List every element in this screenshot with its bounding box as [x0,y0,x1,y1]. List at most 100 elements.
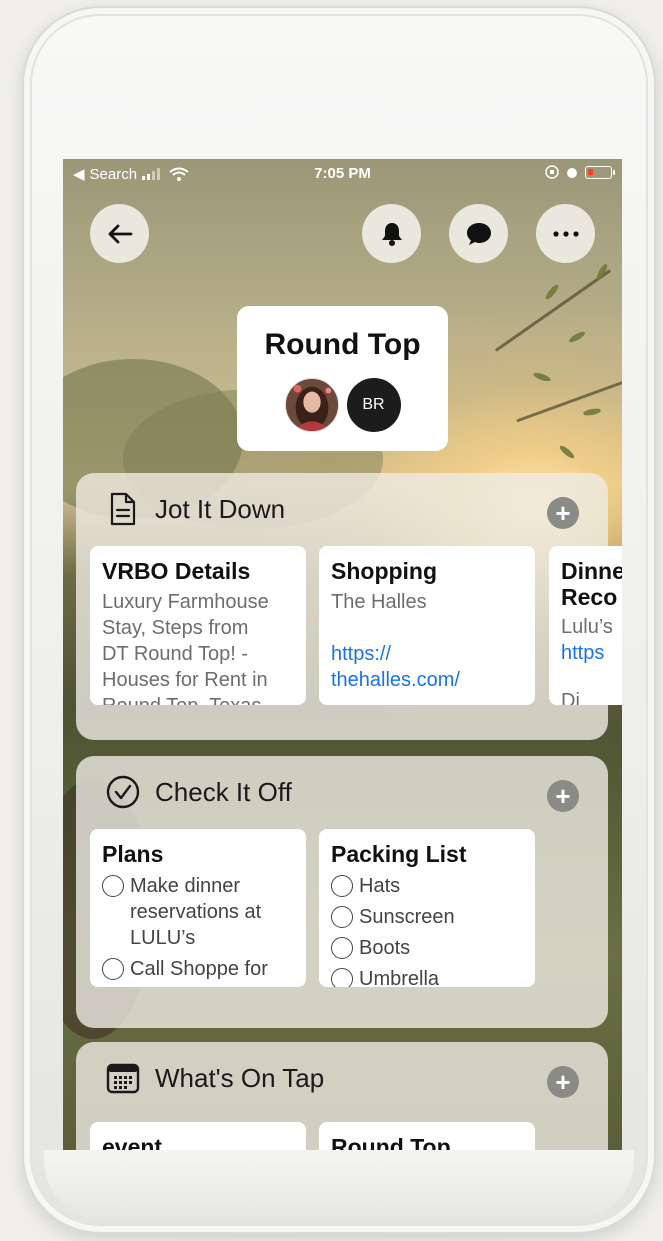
back-button[interactable] [90,204,149,263]
checklist-item-text: Hats [359,875,401,897]
plus-icon: + [555,1067,571,1097]
card-title: Shopping [331,558,438,584]
add-event-button[interactable]: + [547,1066,579,1098]
card-body-line: Di [561,690,580,705]
checklist-item-text: Boots [359,937,411,959]
card-title: event [102,1134,163,1150]
checklist-card[interactable]: Plans Make dinner reservations at LULU’s… [90,829,306,987]
unchecked-circle-icon[interactable] [102,875,124,897]
section-header: Check It Off + [76,756,608,826]
card-link[interactable]: https:// [331,641,523,667]
battery-icon [585,165,615,179]
avatar[interactable] [284,378,339,432]
calendar-icon [106,1063,140,1094]
checklist-item-line: reservations at [130,901,262,923]
notifications-button[interactable] [362,204,421,263]
trip-title: Round Top [264,328,421,361]
section-title: Check It Off [155,777,292,807]
checkmark-circle-icon [106,775,140,809]
section-whats-on-tap: What's On Tap + event Round Top [76,1042,608,1150]
card-body-line: Luxury Farmhouse [102,591,269,613]
avatar-initials: BR [362,396,385,413]
avatar[interactable]: BR [346,378,401,432]
checklist-item[interactable]: Boots [331,935,523,961]
checklist-item[interactable]: Call Shoppe for [102,956,294,982]
event-card[interactable]: Round Top [319,1122,535,1150]
card-title: Reco [561,584,618,610]
background-leaf [558,443,576,461]
checklist-card[interactable]: Packing List Hats Sunscreen Boots Umbrel… [319,829,535,987]
more-button[interactable] [536,204,595,263]
checklist-item-text: Call Shoppe for [130,958,268,980]
card-link[interactable]: thehalles.com/ [331,667,523,693]
unchecked-circle-icon[interactable] [331,875,353,897]
section-header: What's On Tap + [76,1042,608,1112]
app-screen: ◀ Search 7:05 PM Round Top BR Jot It Dow… [63,159,622,1150]
section-check-it-off: Check It Off + Plans Make dinner reserva… [76,756,608,1028]
status-right [545,165,615,179]
card-title: Round Top [331,1134,451,1150]
background-branch [494,269,612,352]
checklist-item[interactable]: Make dinner reservations at LULU’s [102,873,294,951]
checklist-item-line: Make dinner [130,875,241,897]
section-jot-it-down: Jot It Down + VRBO Details Luxury Farmho… [76,473,622,740]
alarm-icon [567,168,577,178]
background-leaf [543,283,561,301]
checklist-item-line: LULU’s [130,927,196,949]
plus-icon: + [555,498,571,528]
plus-icon: + [555,781,571,811]
card-title: Dinner [561,558,622,584]
checklist-item-text: Sunscreen [359,906,455,928]
background-leaf [567,329,587,345]
card-link[interactable]: https [561,640,622,666]
event-card[interactable]: event [90,1122,306,1150]
unchecked-circle-icon[interactable] [102,958,124,980]
card-body-line: DT Round Top! - [102,643,249,665]
card-title: Packing List [331,841,467,867]
section-icon [106,492,140,526]
add-note-button[interactable]: + [547,497,579,529]
note-card[interactable]: VRBO Details Luxury Farmhouse Stay, Step… [90,546,306,705]
section-header: Jot It Down + [76,473,608,543]
note-card[interactable]: Shopping The Halles https:// thehalles.c… [319,546,535,705]
unchecked-circle-icon[interactable] [331,906,353,928]
card-body-line: Stay, Steps from [102,617,249,639]
card-spacer [561,666,622,688]
section-icon [106,1061,140,1095]
status-time: 7:05 PM [314,165,371,182]
unchecked-circle-icon[interactable] [331,937,353,959]
bell-icon [381,222,402,246]
checklist-item[interactable]: Sunscreen [331,904,523,930]
orientation-lock-icon [545,165,559,179]
card-spacer [331,615,523,641]
phone-chin [44,1150,634,1220]
trip-title-card: Round Top BR [237,306,448,451]
background-branch [516,378,622,423]
add-list-button[interactable]: + [547,780,579,812]
checklist-item[interactable]: Hats [331,873,523,899]
checklist-item-text: Make dinner reservations at LULU’s [130,873,261,951]
card-body-line: Houses for Rent in [102,669,268,691]
chat-bubble-icon [466,222,491,245]
background-leaf [582,407,602,417]
card-body-line: Lulu’s [561,616,613,638]
checklist-item[interactable]: Umbrella [331,966,523,987]
arrow-left-icon [108,224,132,243]
card-body-line: Round Top, Texas [102,693,294,705]
section-icon [106,775,140,809]
status-bar: ◀ Search 7:05 PM [63,159,622,187]
section-title: What's On Tap [155,1063,325,1093]
checklist-item-text: Umbrella [359,968,440,987]
unchecked-circle-icon[interactable] [331,968,353,987]
member-photo-icon [285,379,338,431]
member-avatars: BR [237,378,448,432]
section-title: Jot It Down [155,494,286,524]
note-card[interactable]: Dinner Reco Lulu’s https Di [549,546,622,705]
card-title: VRBO Details [102,558,251,584]
chat-button[interactable] [449,204,508,263]
background-leaf [532,371,552,383]
more-horizontal-icon [552,230,579,237]
card-body-line: The Halles [331,591,427,613]
document-icon [110,492,136,526]
card-title: Plans [102,841,164,867]
